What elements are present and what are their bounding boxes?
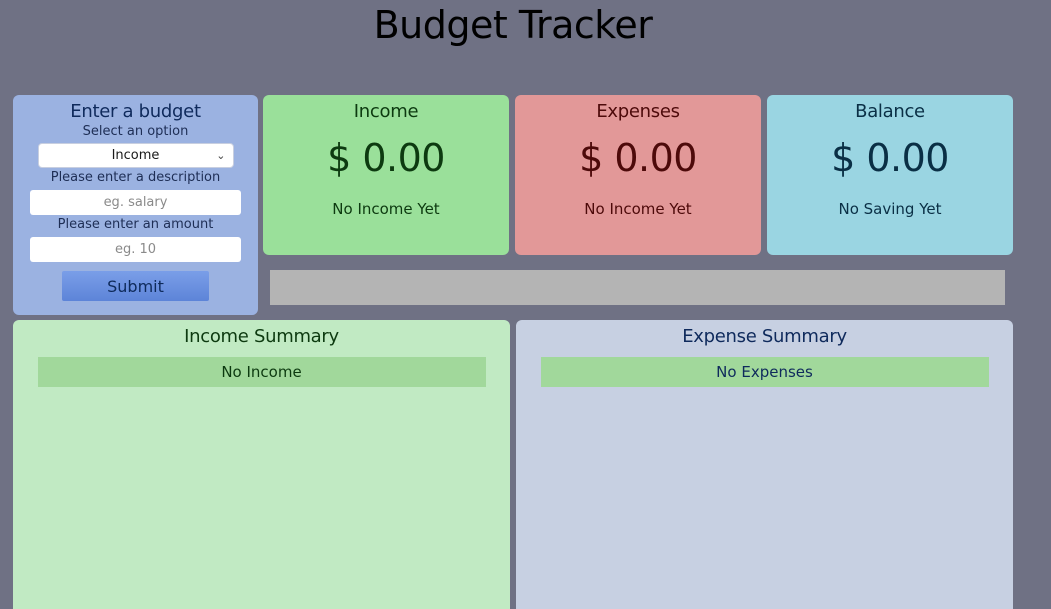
- expenses-note: No Income Yet: [584, 200, 692, 218]
- expenses-amount: $ 0.00: [579, 136, 697, 180]
- amount-label: Please enter an amount: [57, 217, 214, 232]
- balance-note: No Saving Yet: [838, 200, 942, 218]
- amount-input[interactable]: [30, 237, 241, 262]
- income-summary-empty: No Income: [37, 357, 486, 387]
- expense-summary-title: Expense Summary: [682, 326, 847, 347]
- submit-button[interactable]: Submit: [62, 271, 209, 301]
- option-select[interactable]: Income ⌄: [37, 143, 234, 168]
- balance-card-title: Balance: [855, 101, 925, 122]
- balance-card: Balance $ 0.00 No Saving Yet: [767, 95, 1013, 255]
- income-card-title: Income: [353, 101, 419, 122]
- option-selected-value: Income: [111, 148, 160, 163]
- income-card: Income $ 0.00 No Income Yet: [263, 95, 509, 255]
- description-label: Please enter a description: [50, 170, 221, 185]
- expenses-card-title: Expenses: [596, 101, 680, 122]
- budget-progress-bar: [270, 270, 1005, 305]
- description-input[interactable]: [30, 190, 241, 215]
- page-title: Budget Tracker: [373, 3, 653, 47]
- form-heading: Enter a budget: [70, 101, 201, 122]
- chevron-down-icon: ⌄: [216, 149, 226, 162]
- expenses-card: Expenses $ 0.00 No Income Yet: [515, 95, 761, 255]
- expense-summary-empty: No Expenses: [540, 357, 989, 387]
- income-summary-title: Income Summary: [184, 326, 339, 347]
- budget-form: Enter a budget Select an option Income ⌄…: [13, 95, 258, 315]
- expense-summary-panel: Expense Summary No Expenses: [516, 320, 1013, 609]
- income-note: No Income Yet: [332, 200, 440, 218]
- income-summary-panel: Income Summary No Income: [13, 320, 510, 609]
- balance-amount: $ 0.00: [831, 136, 949, 180]
- income-amount: $ 0.00: [327, 136, 445, 180]
- option-label: Select an option: [82, 124, 189, 139]
